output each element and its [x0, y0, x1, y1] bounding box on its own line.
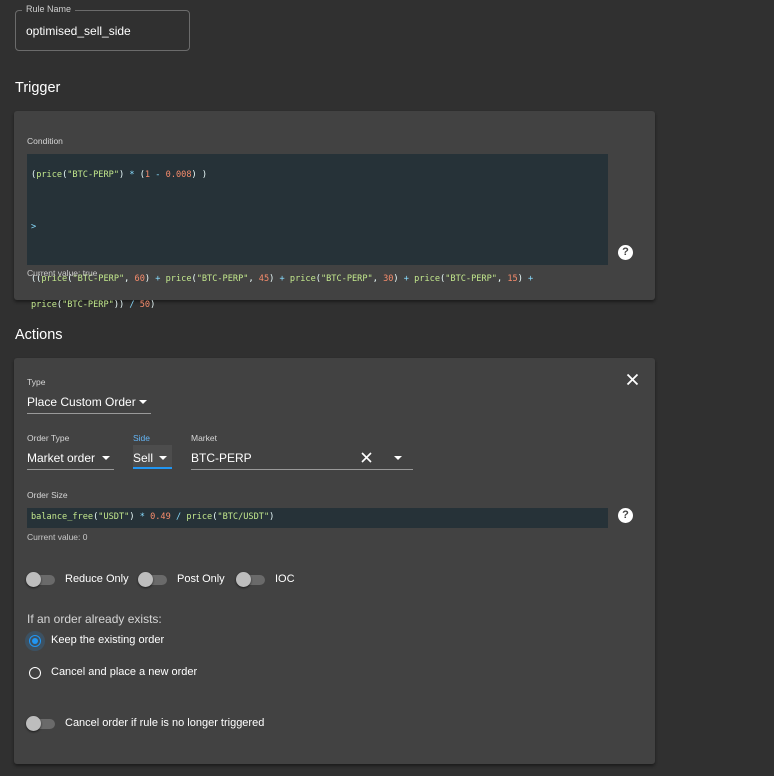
rule-name-input[interactable]: optimised_sell_side [26, 24, 131, 38]
type-select-value: Place Custom Order [27, 395, 136, 409]
radio-keep-existing[interactable]: Keep the existing order [25, 631, 225, 651]
radio-checked-icon [29, 635, 41, 647]
radio-cancel-place-new-label: Cancel and place a new order [51, 666, 198, 678]
chevron-down-icon[interactable] [394, 456, 402, 460]
action-card: Type Place Custom Order Order Type Marke… [14, 358, 655, 764]
order-size-label: Order Size [27, 490, 68, 500]
switch-thumb [26, 716, 41, 731]
condition-line-3: > [31, 222, 37, 232]
switch-thumb [138, 572, 153, 587]
side-select[interactable]: Sell [133, 445, 172, 469]
order-size-editor[interactable]: balance_free("USDT") * 0.49 / price("BTC… [27, 508, 608, 528]
condition-label: Condition [27, 136, 63, 146]
type-label: Type [27, 377, 46, 387]
order-type-value: Market order [27, 451, 96, 465]
condition-editor[interactable]: (price("BTC-PERP") * (1 - 0.008) ) > ((p… [27, 154, 608, 310]
condition-line-1: (price("BTC-PERP") * (1 - 0.008) ) [31, 170, 208, 180]
actions-title: Actions [15, 327, 63, 343]
rule-name-label: Rule Name [22, 3, 76, 15]
radio-keep-existing-label: Keep the existing order [51, 634, 165, 646]
trigger-card: Condition (price("BTC-PERP") * (1 - 0.00… [14, 111, 655, 310]
help-circle-icon[interactable]: ? [618, 508, 633, 523]
toggle-reduce-only-label: Reduce Only [65, 573, 129, 585]
switch-thumb [26, 572, 41, 587]
radio-unchecked-icon [29, 667, 41, 679]
toggle-cancel-if-not-triggered[interactable]: Cancel order if rule is no longer trigge… [26, 715, 296, 732]
toggle-post-only-label: Post Only [177, 573, 225, 585]
close-icon[interactable] [626, 373, 639, 386]
chevron-down-icon [102, 456, 110, 460]
clear-icon[interactable] [361, 452, 372, 463]
condition-current-value: Current value: true [27, 268, 98, 278]
order-type-label: Order Type [27, 433, 70, 443]
order-type-select[interactable]: Market order [27, 445, 114, 470]
trigger-title: Trigger [15, 80, 61, 96]
side-value: Sell [133, 451, 154, 465]
toggle-post-only[interactable]: Post Only [138, 571, 228, 588]
market-label: Market [191, 433, 217, 443]
condition-line-5: ((price("BTC-PERP", 60) + price("BTC-PER… [31, 274, 534, 284]
order-size-current-value: Current value: 0 [27, 532, 88, 542]
toggle-ioc-label: IOC [275, 573, 295, 585]
toggle-ioc[interactable]: IOC [236, 571, 306, 588]
type-select[interactable]: Place Custom Order [27, 389, 151, 414]
side-label: Side [133, 433, 151, 443]
existing-order-label: If an order already exists: [27, 612, 162, 626]
toggle-cancel-if-not-triggered-label: Cancel order if rule is no longer trigge… [65, 717, 265, 729]
toggle-reduce-only[interactable]: Reduce Only [26, 571, 136, 588]
market-value: BTC-PERP [191, 451, 252, 465]
chevron-down-icon [139, 400, 147, 404]
switch-thumb [236, 572, 251, 587]
help-circle-icon[interactable]: ? [618, 245, 633, 260]
chevron-down-icon [159, 456, 167, 460]
market-select[interactable]: BTC-PERP [191, 445, 413, 470]
radio-cancel-place-new[interactable]: Cancel and place a new order [25, 663, 245, 683]
condition-line-4 [31, 247, 604, 260]
radio-dot [31, 637, 38, 644]
condition-line-6: price("BTC-PERP")) / 50) [31, 300, 156, 310]
condition-line-2 [31, 195, 604, 208]
